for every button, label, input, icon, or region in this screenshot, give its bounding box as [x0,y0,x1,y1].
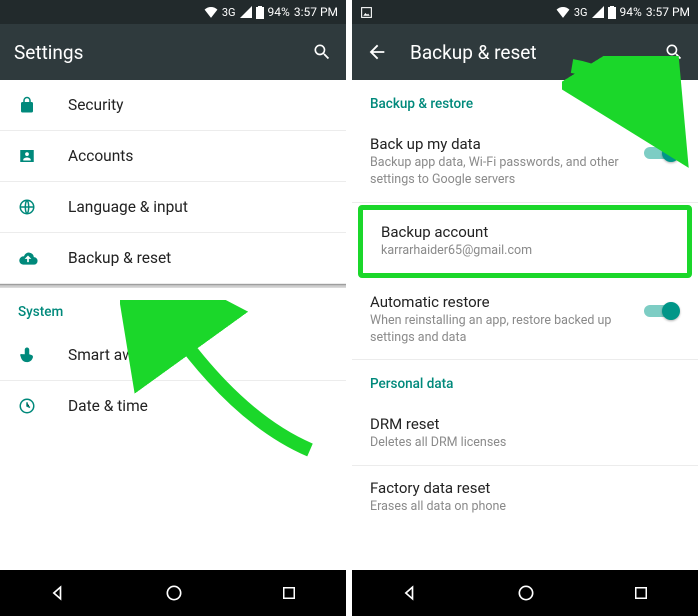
clock-icon [18,397,40,415]
battery-icon [608,6,616,19]
setting-automatic-restore[interactable]: Automatic restore When reinstalling an a… [352,280,698,361]
setting-subtitle: Deletes all DRM licenses [370,435,680,452]
nav-bar [0,570,346,616]
nav-back-icon[interactable] [400,583,420,603]
setting-backup-account[interactable]: Backup account karrarhaider65@gmail.com [363,210,687,273]
lock-icon [18,96,40,114]
setting-title: DRM reset [370,415,680,433]
clock: 3:57 PM [646,5,690,19]
setting-drm-reset[interactable]: DRM reset Deletes all DRM licenses [352,402,698,466]
settings-item-smart-awake[interactable]: Smart awake [0,330,346,381]
cloud-upload-icon [18,250,40,266]
wifi-icon [204,6,218,18]
app-bar: Backup & reset [352,24,698,80]
settings-item-language[interactable]: Language & input [0,182,346,233]
settings-item-label: Security [68,96,124,114]
annotation-highlight: Backup account karrarhaider65@gmail.com [358,205,692,278]
screenshot-icon [360,6,373,19]
page-title: Settings [14,41,290,64]
search-icon[interactable] [664,42,684,62]
status-bar: 3G 94% 3:57 PM [0,0,346,24]
nav-bar [352,570,698,616]
battery-percent: 94% [620,5,642,19]
globe-icon [18,198,40,216]
wifi-icon [556,6,570,18]
settings-list: Security Accounts Language & input Backu… [0,80,346,570]
settings-item-backup-reset[interactable]: Backup & reset [0,233,346,284]
settings-item-label: Smart awake [68,346,158,364]
settings-item-label: Accounts [68,147,133,165]
settings-item-date-time[interactable]: Date & time [0,381,346,431]
clock: 3:57 PM [294,5,338,19]
toggle-backup-my-data[interactable] [644,143,680,163]
nav-home-icon[interactable] [516,583,536,603]
setting-title: Back up my data [370,135,632,153]
settings-item-label: Language & input [68,198,188,216]
battery-icon [256,6,264,19]
network-label: 3G [574,6,588,19]
account-icon [18,147,40,165]
nav-recent-icon[interactable] [280,584,298,602]
setting-factory-reset[interactable]: Factory data reset Erases all data on ph… [352,466,698,529]
section-header-backup-restore: Backup & restore [352,80,698,122]
setting-title: Factory data reset [370,479,680,497]
setting-backup-my-data[interactable]: Back up my data Backup app data, Wi-Fi p… [352,122,698,203]
network-label: 3G [222,6,236,19]
setting-title: Backup account [381,223,669,241]
settings-item-label: Backup & reset [68,249,171,267]
setting-subtitle: Backup app data, Wi-Fi passwords, and ot… [370,155,632,189]
toggle-automatic-restore[interactable] [644,301,680,321]
section-header-personal-data: Personal data [352,360,698,402]
backup-reset-list: Backup & restore Back up my data Backup … [352,80,698,570]
status-bar: 3G 94% 3:57 PM [352,0,698,24]
battery-percent: 94% [268,5,290,19]
settings-item-accounts[interactable]: Accounts [0,131,346,182]
setting-subtitle: karrarhaider65@gmail.com [381,243,669,260]
setting-title: Automatic restore [370,293,632,311]
section-header-system: System [0,288,346,330]
settings-screen: 3G 94% 3:57 PM Settings Security Account… [0,0,346,616]
settings-item-label: Date & time [68,397,148,415]
page-title: Backup & reset [410,41,642,64]
app-bar: Settings [0,24,346,80]
nav-recent-icon[interactable] [632,584,650,602]
setting-subtitle: When reinstalling an app, restore backed… [370,313,632,347]
touch-icon [18,346,40,364]
setting-subtitle: Erases all data on phone [370,499,680,516]
back-arrow-icon[interactable] [366,41,388,63]
signal-icon [592,6,604,18]
nav-home-icon[interactable] [164,583,184,603]
settings-item-security[interactable]: Security [0,80,346,131]
search-icon[interactable] [312,42,332,62]
nav-back-icon[interactable] [48,583,68,603]
signal-icon [240,6,252,18]
backup-reset-screen: 3G 94% 3:57 PM Backup & reset Backup & r… [352,0,698,616]
